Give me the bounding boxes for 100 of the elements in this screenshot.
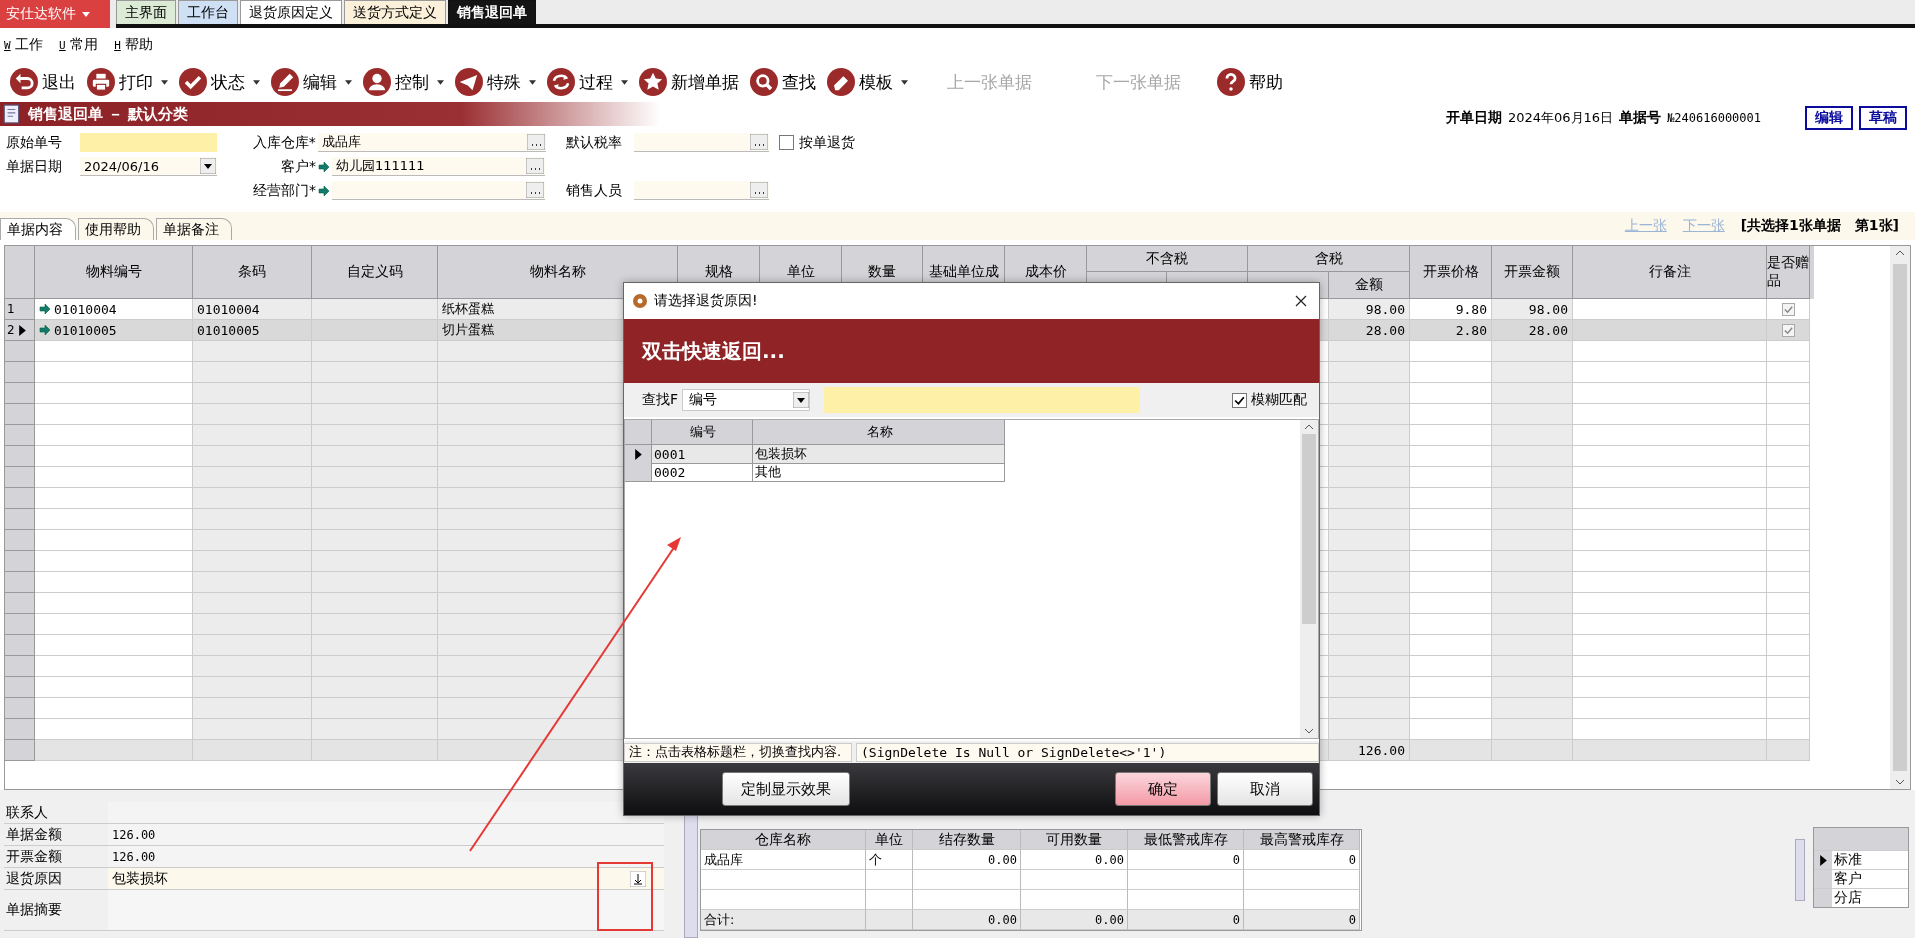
menu-item[interactable]: U 常用 bbox=[59, 36, 99, 54]
gift-checkbox[interactable] bbox=[1781, 323, 1795, 337]
scroll-down-icon bbox=[1304, 728, 1314, 734]
dialog-button[interactable]: 定制显示效果 bbox=[722, 772, 850, 806]
row-pointer-icon bbox=[1819, 854, 1827, 866]
window-tab[interactable]: 退货原因定义 bbox=[240, 0, 342, 24]
scrollbar[interactable] bbox=[1300, 420, 1318, 738]
table-cell[interactable]: 其他 bbox=[753, 463, 1005, 482]
table-cell[interactable]: 包装损坏 bbox=[753, 445, 1005, 464]
search-field-dropdown[interactable]: 编号 bbox=[682, 389, 811, 411]
date-value: 2024年06月16日 bbox=[1507, 109, 1614, 127]
gift-checkbox[interactable] bbox=[1781, 302, 1795, 316]
app-menu-button[interactable]: 安仕达软件 bbox=[0, 0, 110, 28]
department-field[interactable] bbox=[332, 181, 545, 200]
column-header[interactable]: 编号 bbox=[652, 420, 753, 445]
checkbox[interactable] bbox=[779, 135, 794, 150]
field-label: 原始单号 bbox=[6, 133, 63, 152]
window-tab[interactable]: 送货方式定义 bbox=[344, 0, 446, 24]
close-icon[interactable] bbox=[1295, 295, 1307, 307]
eraser-icon bbox=[827, 68, 855, 96]
toolbar-button[interactable]: 过程 bbox=[547, 65, 639, 99]
menu-item[interactable]: W 工作 bbox=[4, 36, 44, 54]
toolbar-button[interactable]: 模板 bbox=[827, 65, 919, 99]
column-header[interactable]: 自定义码 bbox=[312, 246, 438, 299]
window-tab[interactable]: 主界面 bbox=[116, 0, 176, 24]
column-header[interactable]: 最高警戒库存 bbox=[1244, 830, 1360, 850]
return-reason-field[interactable]: 包装损坏 bbox=[108, 868, 664, 889]
window-tab[interactable]: 销售退回单 bbox=[448, 0, 536, 24]
table-cell: 0.00 bbox=[1021, 850, 1128, 870]
toolbar-button[interactable]: 查找 bbox=[750, 65, 827, 99]
splitter-handle[interactable] bbox=[1795, 839, 1805, 901]
memo-field[interactable] bbox=[108, 890, 664, 930]
toolbar-button[interactable]: 控制 bbox=[363, 65, 455, 99]
caret-icon bbox=[82, 11, 90, 17]
field-label: 开票金额 bbox=[5, 846, 63, 866]
table-cell bbox=[1767, 488, 1810, 509]
field-label: 联系人 bbox=[5, 802, 49, 822]
table-cell bbox=[1767, 530, 1810, 551]
table-cell bbox=[1767, 383, 1810, 404]
column-header[interactable]: 可用数量 bbox=[1021, 830, 1128, 850]
column-header[interactable]: 开票价格 bbox=[1410, 246, 1492, 299]
scrollbar[interactable] bbox=[1890, 246, 1910, 789]
column-header[interactable]: 名称 bbox=[753, 420, 1005, 445]
refresh-icon bbox=[547, 68, 575, 96]
toolbar-button[interactable]: 帮助 bbox=[1217, 65, 1294, 99]
list-item[interactable]: 客户 bbox=[1832, 870, 1862, 888]
tab[interactable]: 单据内容 bbox=[0, 218, 76, 240]
caret-icon bbox=[437, 79, 444, 85]
selection-summary: [共选择1张单据 第1张] bbox=[1740, 217, 1899, 235]
field-label: 默认税率 bbox=[566, 133, 623, 152]
menu-item[interactable]: H 帮助 bbox=[114, 36, 154, 54]
table-cell: 98.00 bbox=[1492, 299, 1573, 320]
column-header[interactable]: 仓库名称 bbox=[701, 830, 866, 850]
table-cell: 成品库 bbox=[701, 850, 866, 870]
dropdown-arrow-icon bbox=[793, 392, 810, 408]
status-button[interactable]: 编辑 bbox=[1805, 106, 1853, 130]
search-field[interactable] bbox=[824, 387, 1141, 413]
list-item[interactable]: 标准 bbox=[1832, 851, 1862, 869]
column-header[interactable]: 最低警戒库存 bbox=[1128, 830, 1244, 850]
caret-icon bbox=[901, 79, 908, 85]
donut-icon bbox=[632, 293, 648, 309]
warehouse-field[interactable]: 成品库 bbox=[317, 133, 546, 152]
status-button[interactable]: 草稿 bbox=[1859, 106, 1907, 130]
checkbox[interactable] bbox=[1232, 392, 1247, 408]
checkbox-label: 模糊匹配 bbox=[1251, 391, 1307, 409]
column-header[interactable]: 结存数量 bbox=[913, 830, 1021, 850]
customer-field[interactable]: 幼儿园111111 bbox=[332, 157, 545, 176]
toolbar-button[interactable]: 打印 bbox=[87, 65, 179, 99]
field-value: 126.00 bbox=[108, 846, 664, 867]
column-header[interactable]: 金额 bbox=[1329, 272, 1410, 299]
column-header[interactable]: 行备注 bbox=[1573, 246, 1767, 299]
arrow-right-icon bbox=[39, 324, 51, 336]
column-header[interactable]: 开票金额 bbox=[1492, 246, 1573, 299]
arrow-right-icon bbox=[318, 184, 330, 197]
toolbar-button[interactable]: 新增单据 bbox=[639, 65, 750, 99]
column-group-header: 不含税 bbox=[1087, 246, 1248, 272]
caret-icon bbox=[253, 79, 260, 85]
list-item[interactable]: 分店 bbox=[1832, 889, 1862, 907]
table-cell bbox=[1767, 698, 1810, 719]
dialog-button[interactable]: 取消 bbox=[1217, 772, 1313, 806]
original-number-field[interactable] bbox=[80, 133, 217, 152]
tax-rate-field[interactable] bbox=[634, 133, 769, 152]
table-cell[interactable]: 0001 bbox=[652, 445, 753, 464]
table-cell[interactable]: 0002 bbox=[652, 463, 753, 482]
window-tab[interactable]: 工作台 bbox=[178, 0, 238, 24]
column-header[interactable]: 单位 bbox=[866, 830, 913, 850]
toolbar-button[interactable]: 特殊 bbox=[455, 65, 547, 99]
dialog-button[interactable]: 确定 bbox=[1115, 772, 1211, 806]
help-icon bbox=[1217, 68, 1245, 96]
column-header[interactable]: 是否赠品 bbox=[1767, 246, 1810, 299]
tab[interactable]: 单据备注 bbox=[156, 218, 232, 240]
salesperson-field[interactable] bbox=[634, 181, 769, 200]
column-header[interactable]: 条码 bbox=[193, 246, 312, 299]
date-dropdown[interactable]: 2024/06/16 bbox=[80, 157, 217, 176]
toolbar-button[interactable]: 状态 bbox=[179, 65, 271, 99]
toolbar-button[interactable]: 编辑 bbox=[271, 65, 363, 99]
column-header[interactable]: 物料编号 bbox=[35, 246, 193, 299]
row-number: 1 bbox=[7, 302, 15, 316]
tab[interactable]: 使用帮助 bbox=[78, 218, 154, 240]
toolbar-button[interactable]: 退出 bbox=[10, 65, 87, 99]
